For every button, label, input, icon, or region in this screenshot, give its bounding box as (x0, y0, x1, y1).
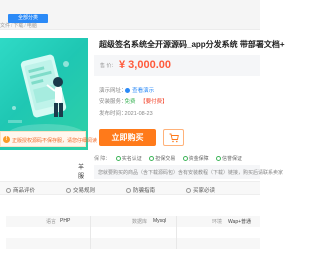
check-icon (115, 156, 121, 161)
breadcrumb-separator: / (24, 23, 26, 29)
breadcrumb-item[interactable]: 电脑 (27, 23, 37, 29)
breadcrumb: 文件/下载/电脑 (0, 22, 37, 29)
cart-icon (169, 133, 179, 143)
spec-divider (90, 238, 91, 249)
guarantee-item: 信誉保证 (216, 156, 242, 162)
guarantee-text: 担保交易 (155, 156, 176, 162)
tab-anti-fraud[interactable]: 防骗指南 (126, 186, 155, 194)
detail-tabs: 商品评价 交易规则 防骗指南 买家必读 (0, 181, 260, 195)
date-row: 发布时间： 2021-08-23 (99, 109, 153, 117)
guarantee-text: 实名认证 (121, 156, 142, 162)
spec-divider (176, 216, 177, 227)
specs-table: 语言 PHP 数据库 Mysql 环境 Wap+普通 (6, 206, 260, 260)
spec-divider (90, 216, 91, 227)
guarantee-text: 信誉保证 (222, 156, 243, 162)
add-to-cart-button[interactable] (163, 129, 184, 146)
price-box: 售 价： ¥ 3,000.00 (94, 55, 260, 76)
spec-value: PHP (60, 218, 71, 224)
tab-label: 防骗指南 (133, 188, 156, 194)
rule-icon (66, 188, 71, 193)
breadcrumb-item[interactable]: 文件 (0, 23, 10, 29)
tab-trade-rules[interactable]: 交易规则 (66, 186, 95, 194)
watermark-label: 羊服 (78, 165, 85, 180)
demo-label: 演示网址： (99, 88, 127, 94)
product-title: 超级签名系统全开源源码_app分发系统 带部署文档+ (99, 40, 285, 49)
purchase-note: 您就要购买的商品（含下载源码包）含有安装教程（下载）链接，购买后请联系卖家 (94, 165, 283, 179)
install-row: 安装服务： 免费 【要付费】 (99, 97, 168, 105)
check-icon (182, 156, 188, 161)
spec-value: Wap+普通 (228, 219, 252, 225)
install-free: 免费 (124, 99, 136, 105)
spec-key: 环境 (212, 219, 223, 225)
date-value: 2021-08-23 (124, 111, 153, 117)
demo-link[interactable]: 查看演示 (132, 88, 154, 94)
top-bar: 全部分类 文件/下载/电脑 (0, 0, 260, 30)
link-icon (124, 88, 130, 93)
guarantees: 保 障： 实名认证 担保交易 资金保障 信誉保证 (94, 155, 248, 162)
check-icon (149, 156, 155, 161)
tab-label: 商品评价 (13, 188, 36, 194)
check-icon (216, 156, 221, 161)
guarantee-item: 资金保障 (182, 156, 209, 162)
breadcrumb-item[interactable]: 下载 (13, 23, 23, 29)
guarantee-text: 资金保障 (188, 156, 209, 162)
guarantee-item: 实名认证 (115, 156, 142, 162)
spec-row (6, 227, 260, 238)
spec-divider (176, 227, 177, 238)
price-value: ¥ 3,000.00 (119, 59, 171, 71)
tab-label: 买家必读 (193, 188, 216, 194)
tab-buyer-guide[interactable]: 买家必读 (186, 186, 215, 194)
notice-banner: ! 正版授权源码不保存服，请您仔细阅读 (0, 131, 97, 147)
spec-row (6, 238, 260, 249)
spec-key: 语言 (46, 219, 57, 225)
spec-divider (90, 227, 91, 238)
install-pay-link[interactable]: 【要付费】 (140, 99, 168, 105)
install-label: 安装服务： (99, 99, 127, 105)
demo-row: 演示网址： 查看演示 (99, 86, 154, 94)
date-label: 发布时间： (99, 111, 127, 117)
book-icon (186, 188, 191, 193)
guarantees-label: 保 障： (94, 156, 111, 162)
guarantee-item: 担保交易 (149, 156, 175, 162)
spec-value: Mysql (153, 218, 167, 224)
buy-now-button[interactable]: 立即购买 (99, 129, 156, 146)
tab-label: 交易规则 (73, 188, 96, 194)
purchase-note-text: 您就要购买的商品（含下载源码包）含有安装教程（下载）链接，购买后请联系卖家 (98, 170, 284, 176)
warning-icon: ! (3, 136, 10, 143)
star-icon (6, 188, 11, 193)
spec-row: 语言 PHP 数据库 Mysql 环境 Wap+普通 (6, 216, 260, 227)
price-label: 售 价： (100, 63, 117, 69)
notice-text: 正版授权源码不保存服，请您仔细阅读 (12, 138, 98, 144)
spec-divider (176, 238, 177, 249)
shield-icon (126, 188, 131, 193)
tab-reviews[interactable]: 商品评价 (6, 186, 35, 194)
spec-key: 数据库 (132, 219, 148, 225)
